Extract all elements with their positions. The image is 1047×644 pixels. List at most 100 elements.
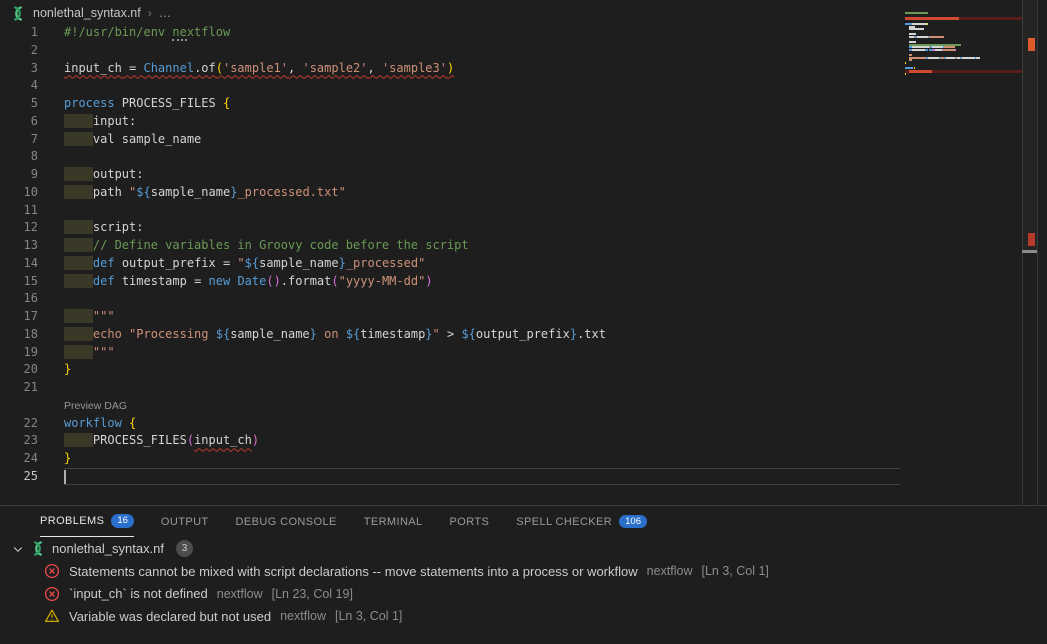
- tab-debug-console[interactable]: DEBUG CONSOLE: [236, 506, 337, 537]
- code-line-12[interactable]: 12 script:: [0, 219, 1022, 237]
- breadcrumb-file[interactable]: nonlethal_syntax.nf: [33, 6, 141, 20]
- line-content: """: [38, 344, 115, 362]
- code-line-20[interactable]: 20}: [0, 361, 1022, 379]
- tab-debug-console-label: DEBUG CONSOLE: [236, 516, 337, 528]
- line-number: 20: [0, 361, 38, 379]
- line-content: [38, 148, 64, 166]
- nextflow-file-icon: [10, 6, 26, 21]
- panel-tabs: PROBLEMS 16 OUTPUT DEBUG CONSOLE TERMINA…: [0, 506, 1047, 537]
- line-number: 3: [0, 60, 38, 78]
- tab-ports[interactable]: PORTS: [450, 506, 490, 537]
- code-line-3[interactable]: 3input_ch = Channel.of('sample1', 'sampl…: [0, 60, 1022, 78]
- bottom-panel: PROBLEMS 16 OUTPUT DEBUG CONSOLE TERMINA…: [0, 506, 1047, 644]
- code-line-25[interactable]: 25: [0, 468, 1022, 486]
- problem-row[interactable]: Statements cannot be mixed with script d…: [0, 560, 1047, 583]
- minimap[interactable]: [905, 12, 1022, 78]
- vscode-window: nonlethal_syntax.nf › … 1#!/usr/bin/env …: [0, 0, 1047, 644]
- line-content: process PROCESS_FILES {: [38, 95, 230, 113]
- line-number: 25: [0, 468, 38, 486]
- line-number: 15: [0, 273, 38, 291]
- text-cursor: [64, 470, 66, 484]
- code-line-2[interactable]: 2: [0, 42, 1022, 60]
- scrollbar-slider-edge[interactable]: [1022, 250, 1037, 253]
- code-line-9[interactable]: 9 output:: [0, 166, 1022, 184]
- line-number: 23: [0, 432, 38, 450]
- line-content: script:: [38, 219, 143, 237]
- code-line-18[interactable]: 18 echo "Processing ${sample_name} on ${…: [0, 326, 1022, 344]
- error-icon: [44, 586, 60, 602]
- line-number: 7: [0, 131, 38, 149]
- breadcrumb-separator: ›: [148, 6, 152, 20]
- line-number: 24: [0, 450, 38, 468]
- tab-terminal[interactable]: TERMINAL: [364, 506, 423, 537]
- tab-output-label: OUTPUT: [161, 516, 209, 528]
- problems-file-group[interactable]: nonlethal_syntax.nf 3: [0, 537, 1047, 560]
- file-problem-count-badge: 3: [176, 540, 193, 557]
- code-line-19[interactable]: 19 """: [0, 344, 1022, 362]
- code-line-4[interactable]: 4: [0, 77, 1022, 95]
- line-number: 18: [0, 326, 38, 344]
- line-number: 13: [0, 237, 38, 255]
- problem-message: `input_ch` is not defined: [69, 586, 208, 601]
- breadcrumb-ellipsis[interactable]: …: [159, 6, 173, 20]
- code-line-14[interactable]: 14 def output_prefix = "${sample_name}_p…: [0, 255, 1022, 273]
- tab-output[interactable]: OUTPUT: [161, 506, 209, 537]
- problem-location: [Ln 3, Col 1]: [335, 609, 402, 623]
- codelens-preview-dag[interactable]: Preview DAG: [64, 400, 127, 412]
- line-content: // Define variables in Groovy code befor…: [38, 237, 469, 255]
- problem-source: nextflow: [280, 609, 326, 623]
- line-number: 14: [0, 255, 38, 273]
- code-line-15[interactable]: 15 def timestamp = new Date().format("yy…: [0, 273, 1022, 291]
- problem-source: nextflow: [217, 587, 263, 601]
- editor-right-border: [1037, 0, 1038, 505]
- line-content: """: [38, 308, 115, 326]
- line-content: [38, 202, 64, 220]
- code-line-1[interactable]: 1#!/usr/bin/env nextflow: [0, 24, 1022, 42]
- line-content: [38, 290, 64, 308]
- line-content: }: [38, 450, 71, 468]
- line-number: 10: [0, 184, 38, 202]
- line-number: 9: [0, 166, 38, 184]
- code-line-22[interactable]: 22workflow {: [0, 415, 1022, 433]
- code-line-10[interactable]: 10 path "${sample_name}_processed.txt": [0, 184, 1022, 202]
- code-line-23[interactable]: 23 PROCESS_FILES(input_ch): [0, 432, 1022, 450]
- line-number: 11: [0, 202, 38, 220]
- line-content: input:: [38, 113, 136, 131]
- code-line-24[interactable]: 24}: [0, 450, 1022, 468]
- tab-ports-label: PORTS: [450, 516, 490, 528]
- tab-problems[interactable]: PROBLEMS 16: [40, 506, 134, 537]
- tab-terminal-label: TERMINAL: [364, 516, 423, 528]
- code-line-11[interactable]: 11: [0, 202, 1022, 220]
- line-content: #!/usr/bin/env nextflow: [38, 24, 230, 42]
- code-line-13[interactable]: 13 // Define variables in Groovy code be…: [0, 237, 1022, 255]
- breadcrumb: nonlethal_syntax.nf › …: [10, 4, 172, 22]
- code-line-7[interactable]: 7 val sample_name: [0, 131, 1022, 149]
- chevron-down-icon[interactable]: [12, 543, 24, 555]
- code-line-21[interactable]: 21: [0, 379, 1022, 397]
- line-content: workflow {: [38, 415, 136, 433]
- line-content: [38, 77, 64, 95]
- line-content: [38, 468, 64, 486]
- line-content: echo "Processing ${sample_name} on ${tim…: [38, 326, 606, 344]
- problem-row[interactable]: `input_ch` is not defined nextflow [Ln 2…: [0, 583, 1047, 606]
- line-content: [38, 379, 64, 397]
- overview-ruler-error-marker-bottom[interactable]: [1028, 233, 1035, 246]
- code-line-8[interactable]: 8: [0, 148, 1022, 166]
- problem-source: nextflow: [647, 564, 693, 578]
- code-line-6[interactable]: 6 input:: [0, 113, 1022, 131]
- line-number: 4: [0, 77, 38, 95]
- code-line-17[interactable]: 17 """: [0, 308, 1022, 326]
- line-number: 12: [0, 219, 38, 237]
- line-number: 8: [0, 148, 38, 166]
- line-number: 16: [0, 290, 38, 308]
- overview-ruler-error-marker-top[interactable]: [1028, 38, 1035, 51]
- code-editor[interactable]: 1#!/usr/bin/env nextflow23input_ch = Cha…: [0, 24, 1022, 486]
- problem-row[interactable]: Variable was declared but not used nextf…: [0, 605, 1047, 628]
- tab-spell-checker[interactable]: SPELL CHECKER 106: [516, 506, 647, 537]
- code-line-5[interactable]: 5process PROCESS_FILES {: [0, 95, 1022, 113]
- line-number: 6: [0, 113, 38, 131]
- problem-location: [Ln 3, Col 1]: [702, 564, 769, 578]
- line-content: def timestamp = new Date().format("yyyy-…: [38, 273, 433, 291]
- nextflow-file-icon: [30, 541, 46, 556]
- code-line-16[interactable]: 16: [0, 290, 1022, 308]
